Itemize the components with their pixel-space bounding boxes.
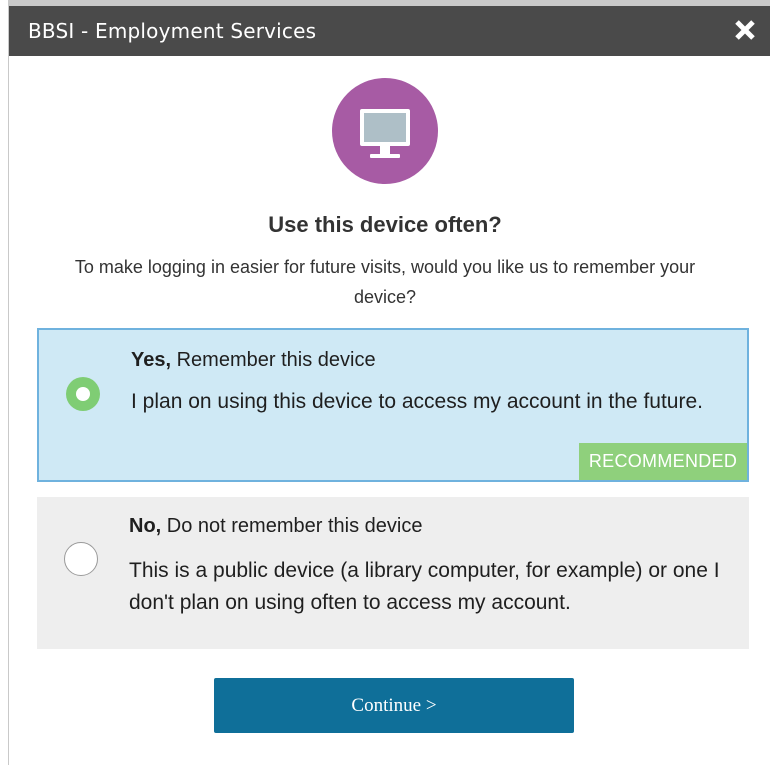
page-subtext: To make logging in easier for future vis…: [74, 257, 696, 307]
option-no-title-bold: No,: [129, 515, 162, 537]
radio-yes-selected[interactable]: [66, 377, 100, 411]
option-yes-description: I plan on using this device to access my…: [131, 390, 703, 413]
radio-no-unselected[interactable]: [64, 542, 98, 576]
option-yes-title-rest: Remember this device: [171, 349, 376, 371]
close-button[interactable]: [733, 18, 757, 42]
page-heading: Use this device often?: [268, 212, 502, 237]
option-do-not-remember-device[interactable]: No, Do not remember this device This is …: [37, 497, 749, 649]
window-title: BBSI - Employment Services: [28, 19, 317, 43]
title-bar: BBSI - Employment Services: [9, 6, 770, 56]
continue-button[interactable]: Continue >: [214, 678, 574, 733]
option-yes-title: Yes, Remember this device: [131, 349, 376, 372]
monitor-icon: [360, 109, 410, 158]
option-no-title: No, Do not remember this device: [129, 515, 422, 538]
option-yes-title-bold: Yes,: [131, 349, 172, 371]
option-no-title-rest: Do not remember this device: [161, 515, 423, 537]
device-icon-circle: [332, 78, 438, 184]
option-remember-device[interactable]: Yes, Remember this device I plan on usin…: [37, 328, 749, 482]
recommended-badge: RECOMMENDED: [579, 443, 747, 480]
close-icon: [735, 20, 755, 40]
option-no-description: This is a public device (a library compu…: [129, 559, 720, 614]
